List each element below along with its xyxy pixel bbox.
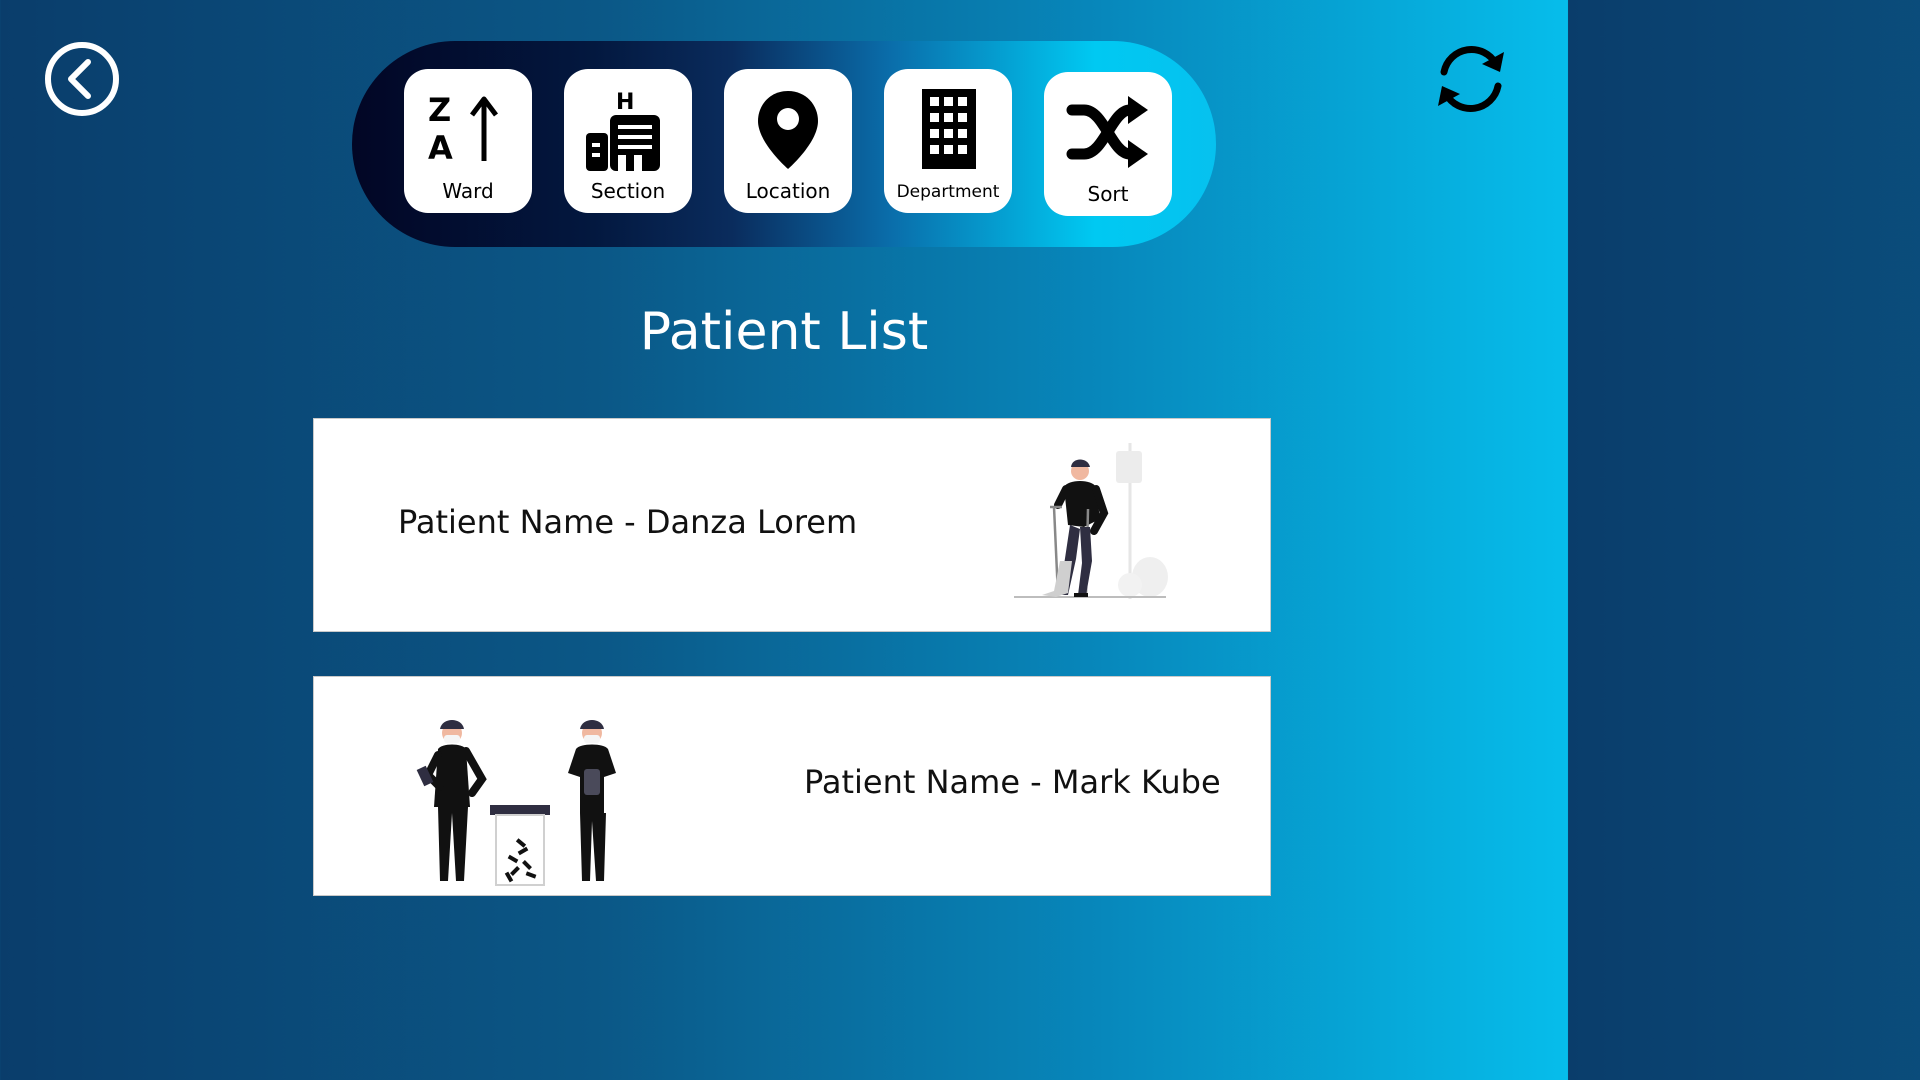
patient-name: Patient Name - Danza Lorem bbox=[398, 503, 858, 541]
section-filter-button[interactable]: H Section bbox=[564, 69, 692, 213]
page-title: Patient List bbox=[639, 302, 929, 362]
doctors-with-medicine-jar-illustration bbox=[416, 720, 616, 886]
sort-label: Sort bbox=[1087, 182, 1129, 206]
department-filter-button[interactable]: Department bbox=[884, 69, 1012, 213]
patient-on-crutches-illustration bbox=[1014, 443, 1168, 599]
ward-filter-label: Ward bbox=[442, 179, 494, 203]
hospital-building-icon: H bbox=[586, 90, 660, 171]
svg-text:Z: Z bbox=[428, 91, 451, 129]
office-building-icon bbox=[922, 89, 976, 169]
svg-text:A: A bbox=[428, 129, 453, 167]
section-filter-label: Section bbox=[590, 179, 666, 203]
patient-card[interactable]: Patient Name - Danza Lorem bbox=[313, 418, 1271, 632]
refresh-icon bbox=[1438, 45, 1504, 113]
back-button[interactable] bbox=[44, 41, 120, 117]
ward-filter-button[interactable]: Z A Ward bbox=[404, 69, 532, 213]
svg-text:H: H bbox=[616, 90, 634, 115]
filter-toolbar: Z A Ward H Section Location Department S… bbox=[352, 41, 1216, 247]
sort-za-ascending-icon: Z A bbox=[428, 91, 498, 167]
location-pin-icon bbox=[758, 91, 818, 169]
sort-button[interactable]: Sort bbox=[1044, 72, 1172, 216]
department-filter-label: Department bbox=[896, 182, 1000, 202]
shuffle-icon bbox=[1066, 96, 1148, 168]
patient-card[interactable]: Patient Name - Mark Kube bbox=[313, 676, 1271, 896]
location-filter-button[interactable]: Location bbox=[724, 69, 852, 213]
chevron-left-circle-icon bbox=[45, 42, 119, 116]
location-filter-label: Location bbox=[745, 179, 831, 203]
patient-name: Patient Name - Mark Kube bbox=[804, 763, 1221, 801]
refresh-button[interactable] bbox=[1430, 38, 1512, 120]
